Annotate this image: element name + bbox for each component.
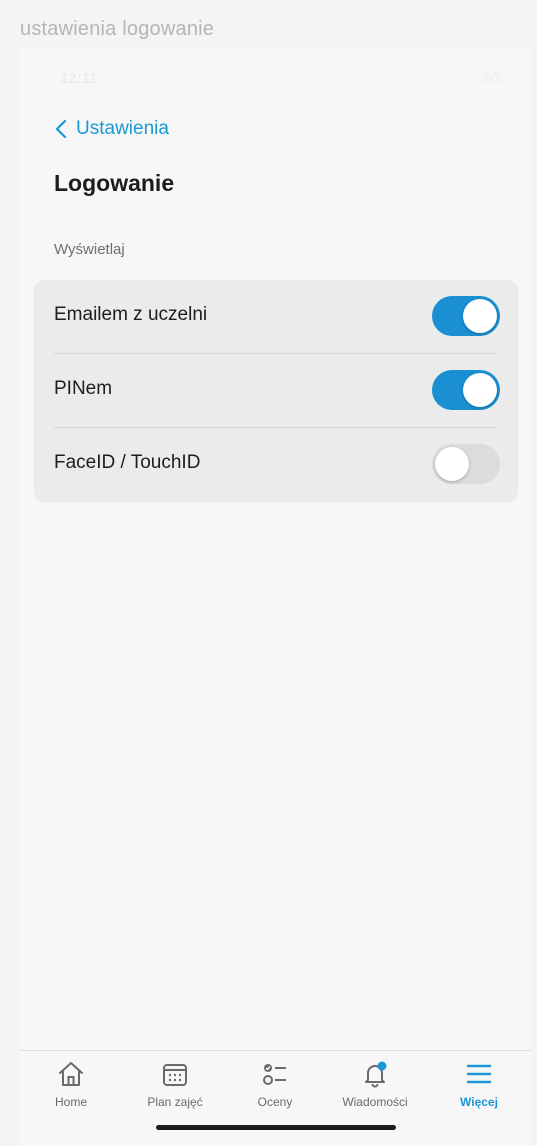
home-indicator	[156, 1125, 396, 1130]
section-label: Wyświetlaj	[54, 241, 125, 258]
setting-label: PINem	[54, 378, 113, 399]
phone-screen: 12:11 5G Ustawienia Logowanie Wyświetlaj…	[20, 48, 531, 1146]
tab-oceny[interactable]: Oceny	[230, 1059, 320, 1119]
menu-icon	[466, 1064, 492, 1084]
home-icon	[59, 1062, 83, 1086]
chevron-left-icon	[55, 119, 67, 139]
tab-wiecej[interactable]: Więcej	[434, 1059, 524, 1119]
login-methods-card: Emailem z uczelni PINem FaceID / TouchID	[34, 280, 518, 502]
tab-label: Więcej	[460, 1095, 498, 1109]
back-button[interactable]: Ustawienia	[54, 118, 169, 140]
setting-row-email: Emailem z uczelni	[34, 280, 518, 354]
setting-label: Emailem z uczelni	[54, 304, 208, 325]
toggle-knob	[463, 299, 497, 333]
toggle-knob	[463, 373, 497, 407]
status-bar: 12:11 5G	[20, 48, 531, 98]
status-time: 12:11	[60, 70, 98, 87]
tab-label: Plan zajęć	[147, 1095, 203, 1109]
email-toggle[interactable]	[432, 296, 500, 336]
tab-label: Wiadomości	[342, 1095, 408, 1109]
status-indicators: 5G	[483, 70, 501, 85]
checklist-icon	[263, 1064, 286, 1085]
page-title: Logowanie	[54, 170, 175, 196]
toggle-knob	[435, 447, 469, 481]
tab-home[interactable]: Home	[26, 1059, 116, 1119]
tab-plan-zajec[interactable]: Plan zajęć	[130, 1059, 220, 1119]
tab-bar: Home Plan zajęć Oceny Wiadomości Więcej	[20, 1050, 531, 1146]
image-caption: ustawienia logowanie	[20, 18, 215, 40]
pin-toggle[interactable]	[432, 370, 500, 410]
setting-label: FaceID / TouchID	[54, 452, 201, 473]
faceid-toggle[interactable]	[432, 444, 500, 484]
calendar-icon	[163, 1064, 187, 1086]
tab-wiadomosci[interactable]: Wiadomości	[330, 1059, 420, 1119]
setting-row-faceid: FaceID / TouchID	[34, 428, 518, 502]
tab-label: Oceny	[257, 1095, 293, 1109]
bell-icon	[365, 1061, 387, 1088]
tab-label: Home	[54, 1095, 87, 1109]
setting-row-pin: PINem	[34, 354, 518, 428]
back-button-label: Ustawienia	[76, 118, 169, 139]
